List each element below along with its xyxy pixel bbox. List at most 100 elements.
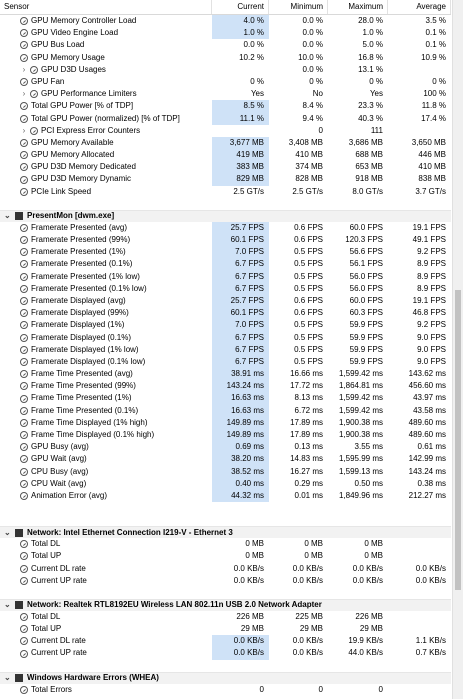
minimum-value: 0.0 % bbox=[302, 40, 323, 50]
column-current[interactable]: Current bbox=[212, 0, 269, 14]
collapse-chevron-icon[interactable]: ⌄ bbox=[4, 672, 12, 684]
sensor-row[interactable]: Frame Time Displayed (0.1% high) 149.89 m… bbox=[0, 429, 451, 442]
sensor-row[interactable]: Current UP rate 0.0 KB/s 0.0 KB/s 44.0 KB/s… bbox=[0, 647, 451, 660]
sensor-row[interactable]: Total GPU Power [% of TDP] 8.5 % 8.4 % 23.3… bbox=[0, 100, 451, 113]
group-header-net1[interactable]: ⌄ Network: Intel Ethernet Connection I219… bbox=[0, 526, 451, 539]
sensor-row[interactable]: GPU Wait (avg) 38.20 ms 14.83 ms 1,595.99 m… bbox=[0, 453, 451, 466]
sensor-row[interactable]: GPU Busy (avg) 0.69 ms 0.13 ms 3.55 ms 0.61 … bbox=[0, 441, 451, 454]
maximum-value: 1.0 % bbox=[362, 28, 383, 38]
sensor-row[interactable]: Framerate Displayed (1% low) 6.7 FPS 0.5 F… bbox=[0, 343, 451, 356]
sensor-row[interactable]: Total UP 0 MB 0 MB 0 MB bbox=[0, 550, 451, 562]
sensor-row[interactable]: Framerate Presented (1% low) 6.7 FPS 0.5 F… bbox=[0, 270, 451, 283]
group-header-presentmon[interactable]: ⌄ PresentMon [dwm.exe] bbox=[0, 209, 451, 222]
sensor-row[interactable]: Framerate Presented (99%) 60.1 FPS 0.6 FPS… bbox=[0, 234, 451, 247]
sensor-row[interactable]: Frame Time Presented (1%) 16.63 ms 8.13 ms… bbox=[0, 392, 451, 405]
sensor-row[interactable]: GPU Bus Load 0.0 % 0.0 % 5.0 % 0.1 % bbox=[0, 39, 451, 51]
group-header-net2[interactable]: ⌄ Network: Realtek RTL8192EU Wireless LAN… bbox=[0, 598, 451, 611]
sensor-row[interactable]: Total GPU Power (normalized) [% of TDP] 1… bbox=[0, 112, 451, 125]
sensor-row[interactable]: Current DL rate 0.0 KB/s 0.0 KB/s 0.0 KB/s 0… bbox=[0, 563, 451, 575]
device-icon bbox=[15, 212, 23, 221]
sensor-label: GPU Bus Load bbox=[31, 40, 85, 50]
sensor-row[interactable]: GPU Memory Available 3,677 MB 3,408 MB 3,68… bbox=[0, 136, 451, 150]
sensor-row[interactable]: › GPU Performance Limiters Yes No Yes 100 % bbox=[0, 88, 451, 100]
gauge-icon bbox=[20, 309, 28, 318]
vertical-scrollbar[interactable] bbox=[452, 0, 463, 699]
average-value: 9.0 FPS bbox=[417, 344, 446, 354]
sensor-row[interactable]: Animation Error (avg) 44.32 ms 0.01 ms 1,84… bbox=[0, 489, 451, 503]
gauge-icon bbox=[20, 223, 28, 232]
gauge-icon bbox=[20, 479, 28, 488]
gauge-icon bbox=[20, 175, 28, 184]
group-header-whea[interactable]: ⌄ Windows Hardware Errors (WHEA) bbox=[0, 671, 451, 684]
sensor-row[interactable]: GPU Fan 0 % 0 % 0 % 0 % bbox=[0, 76, 451, 88]
sensor-row[interactable]: Framerate Displayed (99%) 60.1 FPS 0.6 FPS… bbox=[0, 307, 451, 320]
current-value: 226 MB bbox=[236, 611, 264, 621]
maximum-value: 0 bbox=[378, 684, 383, 694]
sensor-row[interactable]: Frame Time Presented (0.1%) 16.63 ms 6.72 … bbox=[0, 404, 451, 417]
sensor-row[interactable]: Total Errors 0 0 0 bbox=[0, 684, 451, 696]
collapse-chevron-icon[interactable]: ⌄ bbox=[4, 599, 12, 611]
expand-chevron-icon[interactable]: › bbox=[20, 88, 28, 100]
sensor-row[interactable]: CPU Wait (avg) 0.40 ms 0.29 ms 0.50 ms 0.38 … bbox=[0, 477, 451, 490]
sensor-row[interactable]: Framerate Displayed (avg) 25.7 FPS 0.6 FPS… bbox=[0, 294, 451, 308]
sensor-row[interactable]: Current UP rate 0.0 KB/s 0.0 KB/s 0.0 KB/s 0… bbox=[0, 575, 451, 587]
sensor-name-cell: Current UP rate bbox=[0, 575, 212, 587]
sensor-row[interactable]: Total DL 226 MB 225 MB 226 MB bbox=[0, 611, 451, 623]
minimum-value: 0 MB bbox=[304, 539, 323, 549]
sensor-row[interactable]: Frame Time Presented (avg) 38.91 ms 16.66 … bbox=[0, 368, 451, 381]
sensor-row[interactable]: Framerate Displayed (0.1%) 6.7 FPS 0.5 FPS… bbox=[0, 331, 451, 344]
sensor-row[interactable]: GPU Memory Controller Load 4.0 % 0.0 % 28.0… bbox=[0, 15, 451, 28]
sensor-row[interactable]: GPU Memory Usage 10.2 % 10.0 % 16.8 % 10.9 % bbox=[0, 52, 451, 64]
collapse-chevron-icon[interactable]: ⌄ bbox=[4, 527, 12, 539]
sensor-row[interactable]: PCIe Link Speed 2.5 GT/s 2.5 GT/s 8.0 GT/s 3… bbox=[0, 186, 451, 198]
expand-chevron-icon[interactable]: › bbox=[20, 125, 28, 137]
sensor-row[interactable]: Framerate Presented (0.1%) 6.7 FPS 0.5 FPS… bbox=[0, 258, 451, 271]
sensor-name-cell: Current DL rate bbox=[0, 635, 212, 647]
sensor-row[interactable]: Total UP 29 MB 29 MB 29 MB bbox=[0, 623, 451, 635]
minimum-value: 0.5 FPS bbox=[294, 344, 323, 354]
minimum-value: 374 MB bbox=[295, 162, 323, 172]
column-average[interactable]: Average bbox=[388, 0, 451, 14]
sensor-label: Total DL bbox=[31, 539, 61, 549]
current-value: 0.0 KB/s bbox=[212, 635, 269, 648]
expand-chevron-icon[interactable]: › bbox=[20, 64, 28, 76]
sensor-row[interactable]: Framerate Presented (avg) 25.7 FPS 0.6 FPS… bbox=[0, 221, 451, 234]
sensor-row[interactable]: Frame Time Displayed (1% high) 149.89 ms 1… bbox=[0, 416, 451, 429]
sensor-row[interactable]: Framerate Presented (1%) 7.0 FPS 0.5 FPS 56… bbox=[0, 246, 451, 259]
minimum-value: 0.29 ms bbox=[294, 478, 323, 488]
sensor-row[interactable]: GPU D3D Memory Dedicated 383 MB 374 MB 653 … bbox=[0, 161, 451, 174]
column-maximum[interactable]: Maximum bbox=[328, 0, 388, 14]
sensor-name-cell: Framerate Displayed (0.1%) bbox=[0, 332, 212, 344]
sensor-row[interactable]: GPU Memory Allocated 419 MB 410 MB 688 MB 44… bbox=[0, 149, 451, 162]
maximum-value: 653 MB bbox=[355, 162, 383, 172]
sensor-row[interactable]: Current DL rate 0.0 KB/s 0.0 KB/s 19.9 KB/s… bbox=[0, 635, 451, 648]
group-title: Network: Intel Ethernet Connection I219-… bbox=[27, 527, 233, 537]
sensor-row[interactable]: Framerate Displayed (1%) 7.0 FPS 0.5 FPS 59… bbox=[0, 319, 451, 332]
current-value: 829 MB bbox=[212, 173, 269, 186]
sensor-row[interactable]: GPU Video Engine Load 1.0 % 0.0 % 1.0 % 0.1 … bbox=[0, 27, 451, 40]
average-value: 0.0 KB/s bbox=[415, 575, 446, 585]
sensor-row[interactable]: › PCI Express Error Counters 0 111 bbox=[0, 125, 451, 137]
sensor-row[interactable]: › GPU D3D Usages 0.0 % 13.1 % bbox=[0, 64, 451, 76]
maximum-value: 3.55 ms bbox=[354, 442, 383, 452]
current-value: 6.7 FPS bbox=[212, 343, 269, 356]
sensor-row[interactable]: Framerate Presented (0.1% low) 6.7 FPS 0.5… bbox=[0, 282, 451, 295]
maximum-value: 1,599.13 ms bbox=[338, 466, 383, 476]
sensor-row[interactable]: GPU D3D Memory Dynamic 829 MB 828 MB 918 MB… bbox=[0, 173, 451, 186]
sensor-row[interactable]: Frame Time Presented (99%) 143.24 ms 17.72… bbox=[0, 380, 451, 393]
current-value: 6.7 FPS bbox=[212, 282, 269, 295]
sensor-row[interactable]: Total DL 0 MB 0 MB 0 MB bbox=[0, 538, 451, 550]
current-value: 4.0 % bbox=[212, 15, 269, 28]
maximum-value: 56.1 FPS bbox=[349, 259, 383, 269]
sensor-name-cell: › PCI Express Error Counters bbox=[0, 125, 212, 137]
column-sensor[interactable]: Sensor bbox=[0, 0, 212, 14]
device-icon bbox=[15, 674, 23, 683]
minimum-value: 0.5 FPS bbox=[294, 271, 323, 281]
scrollbar-thumb[interactable] bbox=[455, 290, 461, 590]
column-minimum[interactable]: Minimum bbox=[269, 0, 328, 14]
sensor-row[interactable]: CPU Busy (avg) 38.52 ms 16.27 ms 1,599.13 m… bbox=[0, 465, 451, 478]
sensor-row[interactable]: Framerate Displayed (0.1% low) 6.7 FPS 0.5… bbox=[0, 355, 451, 369]
minimum-value: 10.0 % bbox=[298, 52, 323, 62]
collapse-chevron-icon[interactable]: ⌄ bbox=[4, 210, 12, 222]
